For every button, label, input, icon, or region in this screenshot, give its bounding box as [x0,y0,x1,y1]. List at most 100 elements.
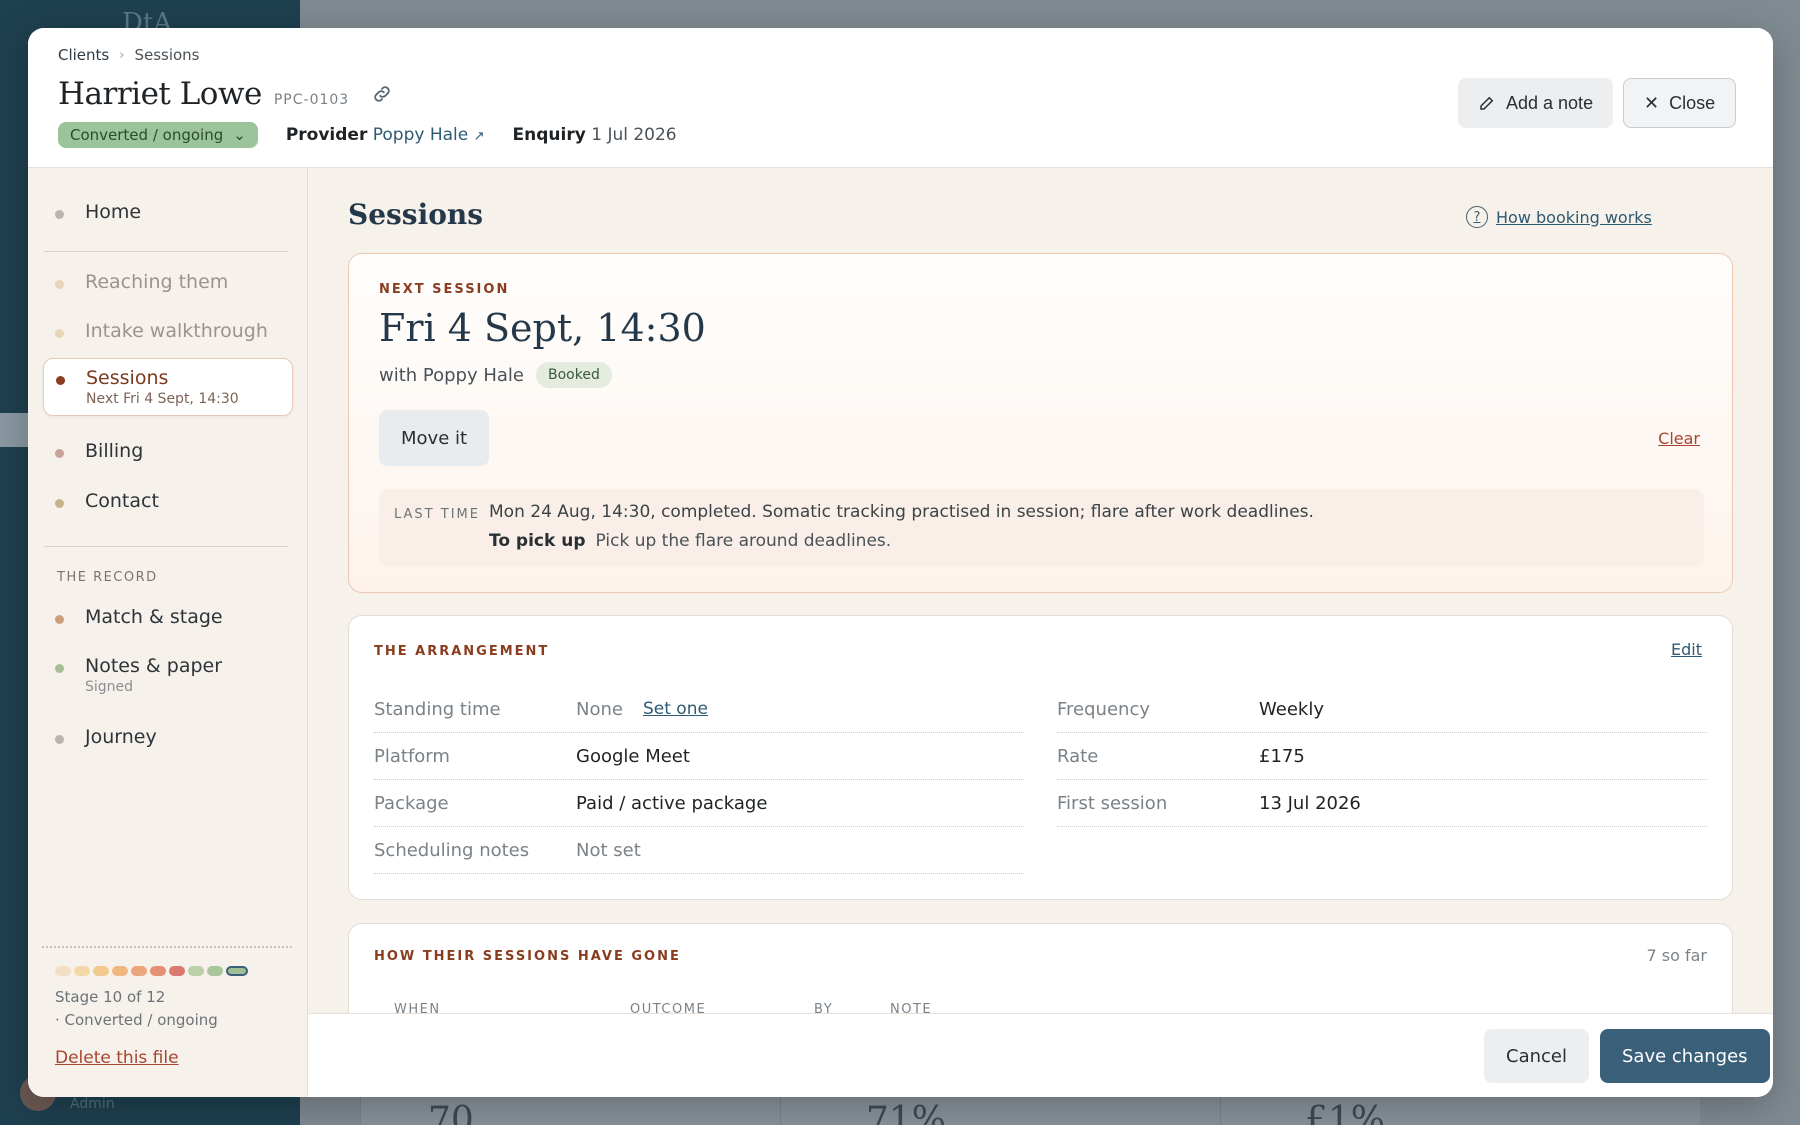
stage-dot [93,966,109,976]
modal-sidebar: Home Reaching them Intake walkthrough Se… [28,168,308,1097]
field-platform: Platform Google Meet [374,733,1024,780]
breadcrumb: Clients › Sessions [58,46,200,64]
sidebar-item-label: Contact [85,490,159,512]
add-note-label: Add a note [1506,92,1594,113]
provider-meta: Provider Poppy Hale ↗ [286,125,485,145]
status-dropdown[interactable]: Converted / ongoing ⌄ [58,122,258,148]
background-admin-label: Admin [70,1096,115,1112]
sidebar-item-label: Home [85,201,142,223]
delete-file-link[interactable]: Delete this file [55,1048,179,1068]
arrangement-eyebrow: THE ARRANGEMENT [374,644,550,659]
sidebar-item-intake-walkthrough[interactable]: Intake walkthrough [43,312,293,350]
cancel-button[interactable]: Cancel [1484,1029,1589,1083]
section-heading: THE RECORD [57,570,158,585]
move-session-button[interactable]: Move it [379,410,490,466]
next-session-provider: with Poppy Hale Booked [379,362,612,388]
sidebar-item-sublabel: Next Fri 4 Sept, 14:30 [86,391,239,407]
sidebar-item-label: Journey [85,726,157,748]
save-changes-button[interactable]: Save changes [1600,1029,1770,1083]
status-dot [55,449,64,458]
last-session-summary: LAST TIME Mon 24 Aug, 14:30, completed. … [379,489,1704,567]
client-code: PPC-0103 [273,92,350,108]
sidebar-item-journey[interactable]: Journey [43,718,293,756]
field-package: Package Paid / active package [374,780,1024,827]
stage-dot [55,966,71,976]
status-dot [55,329,64,338]
sidebar-item-billing[interactable]: Billing [43,432,293,470]
status-dot [55,499,64,508]
enquiry-meta: Enquiry 1 Jul 2026 [513,125,677,145]
how-booking-works-link[interactable]: ? How booking works [1466,206,1652,228]
field-first-session: First session 13 Jul 2026 [1057,780,1707,827]
link-icon[interactable] [371,83,393,105]
sidebar-item-home[interactable]: Home [43,193,293,231]
field-rate: Rate £175 [1057,733,1707,780]
stage-dot [131,966,147,976]
sidebar-item-label: Sessions [86,367,169,389]
field-label: Scheduling notes [374,839,530,861]
field-value: £175 [1259,745,1305,767]
sidebar-item-match-stage[interactable]: Match & stage [43,598,293,636]
breadcrumb-clients[interactable]: Clients [58,46,109,64]
pick-up-label: To pick up [489,531,586,551]
status-dot [56,376,65,385]
sidebar-item-notes-paper[interactable]: Notes & paper Signed [43,647,293,703]
last-time-text: Mon 24 Aug, 14:30, completed. Somatic tr… [489,502,1314,522]
set-standing-time-link[interactable]: Set one [643,699,708,719]
pick-up-row: To pick up Pick up the flare around dead… [489,531,891,551]
sidebar-item-label: Billing [85,440,144,462]
edit-arrangement-link[interactable]: Edit [1671,640,1702,659]
pencil-icon [1480,96,1494,110]
sessions-panel: Sessions ? How booking works NEXT SESSIO… [308,168,1773,1013]
enquiry-date: 1 Jul 2026 [591,125,677,145]
how-booking-works-label: How booking works [1496,207,1652,227]
field-value: Not set [576,839,641,861]
column-header-outcome: OUTCOME [630,1002,707,1013]
stage-progress [55,966,248,976]
field-value: Google Meet [576,745,690,767]
add-note-button[interactable]: Add a note [1458,78,1614,128]
sidebar-item-contact[interactable]: Contact [43,482,293,520]
status-badge: Booked [536,362,612,388]
next-session-eyebrow: NEXT SESSION [379,282,510,297]
external-link-icon: ↗ [473,129,485,144]
sidebar-item-label: Reaching them [85,271,229,293]
close-button[interactable]: ✕ Close [1623,78,1737,128]
breadcrumb-current: Sessions [134,46,200,64]
client-meta: Converted / ongoing ⌄ Provider Poppy Hal… [58,122,677,148]
field-standing-time: Standing time None Set one [374,686,1024,733]
sidebar-item-reaching-them[interactable]: Reaching them [43,263,293,301]
stage-summary: Stage 10 of 12 · Converted / ongoing [55,986,218,1032]
client-modal: Clients › Sessions Harriet Lowe PPC-0103… [28,28,1773,1097]
section-title: Sessions [348,198,483,231]
close-label: Close [1669,92,1716,113]
sidebar-item-sessions[interactable]: Sessions Next Fri 4 Sept, 14:30 [43,358,293,416]
field-label: Frequency [1057,698,1150,720]
column-header-when: WHEN [394,1002,441,1013]
with-provider: with Poppy Hale [379,364,525,386]
title-row: Harriet Lowe PPC-0103 [58,76,393,112]
clear-link[interactable]: Clear [1658,429,1700,448]
status-dot [55,210,64,219]
close-icon: ✕ [1644,92,1660,113]
stage-dot [112,966,128,976]
modal-header: Clients › Sessions Harriet Lowe PPC-0103… [28,28,1773,168]
stage-status: · Converted / ongoing [55,1011,218,1029]
status-label: Converted / ongoing [70,126,224,144]
field-label: Rate [1057,745,1099,767]
modal-footer: Cancel Save changes [308,1013,1773,1097]
divider [42,946,292,948]
next-session-card: NEXT SESSION Fri 4 Sept, 14:30 with Popp… [348,253,1733,593]
stage-dot [188,966,204,976]
next-session-date: Fri 4 Sept, 14:30 [379,306,706,350]
provider-link[interactable]: Poppy Hale [373,125,468,145]
field-label: Package [374,792,449,814]
divider [44,251,288,252]
field-value: None [576,698,623,720]
chevron-down-icon: ⌄ [233,126,246,144]
status-dot [55,735,64,744]
help-icon: ? [1466,206,1488,228]
sidebar-item-label: Intake walkthrough [85,320,268,342]
sidebar-item-label: Match & stage [85,606,223,628]
stage-number: Stage 10 of 12 [55,988,166,1006]
